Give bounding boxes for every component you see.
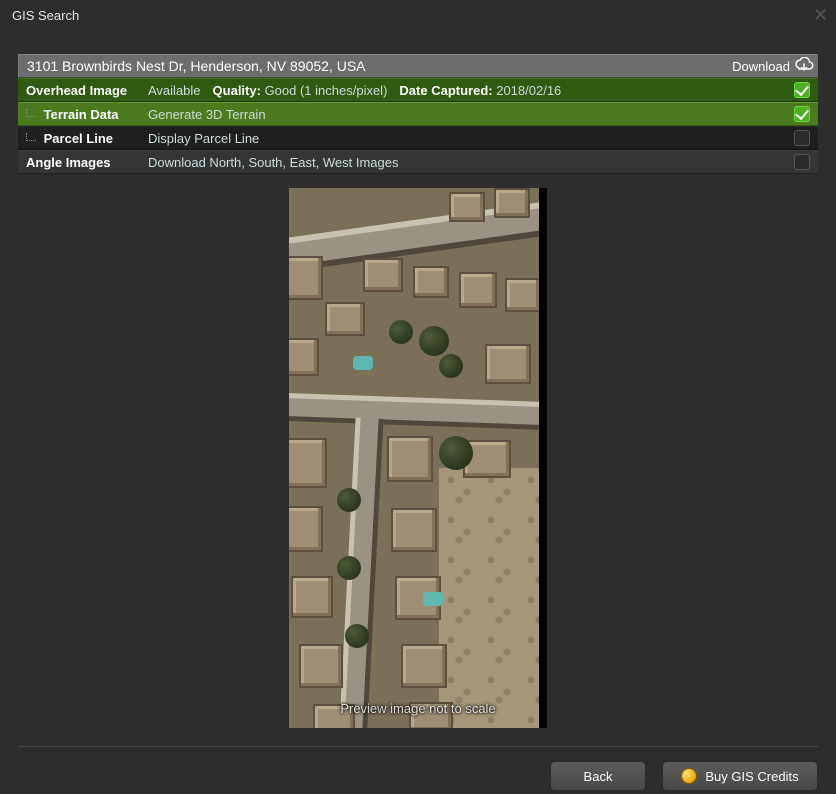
window-title: GIS Search xyxy=(12,8,79,23)
parcel-checkbox[interactable] xyxy=(794,130,810,146)
address-bar: 3101 Brownbirds Nest Dr, Henderson, NV 8… xyxy=(18,54,818,78)
parcel-line-action: Display Parcel Line xyxy=(148,131,794,146)
close-icon[interactable]: ✕ xyxy=(813,6,828,24)
address-text: 3101 Brownbirds Nest Dr, Henderson, NV 8… xyxy=(27,58,732,74)
coin-icon xyxy=(681,768,697,784)
tree-branch-icon xyxy=(26,109,36,117)
terrain-checkbox[interactable] xyxy=(794,106,810,122)
angle-images-action: Download North, South, East, West Images xyxy=(148,155,794,170)
overhead-quality-key: Quality: xyxy=(213,83,261,98)
terrain-data-row[interactable]: Terrain Data Generate 3D Terrain xyxy=(18,102,818,126)
terrain-data-action: Generate 3D Terrain xyxy=(148,107,794,122)
buy-gis-credits-button[interactable]: Buy GIS Credits xyxy=(662,761,818,791)
download-link[interactable]: Download xyxy=(732,59,790,74)
preview-image: Preview image not to scale xyxy=(289,188,547,728)
back-button[interactable]: Back xyxy=(550,761,646,791)
overhead-status: Available xyxy=(148,83,201,98)
terrain-data-label: Terrain Data xyxy=(26,107,148,122)
overhead-image-values: Available Quality: Good (1 inches/pixel)… xyxy=(148,83,794,98)
overhead-image-row[interactable]: Overhead Image Available Quality: Good (… xyxy=(18,78,818,102)
overhead-quality-val: Good (1 inches/pixel) xyxy=(265,83,388,98)
parcel-line-label: Parcel Line xyxy=(26,131,148,146)
tree-branch-icon xyxy=(26,133,36,141)
angle-images-label: Angle Images xyxy=(26,155,148,170)
angle-images-row[interactable]: Angle Images Download North, South, East… xyxy=(18,150,818,174)
preview-caption: Preview image not to scale xyxy=(289,701,547,716)
cloud-download-icon[interactable] xyxy=(794,57,814,75)
angle-checkbox[interactable] xyxy=(794,154,810,170)
overhead-image-label: Overhead Image xyxy=(26,83,148,98)
overhead-date-val: 2018/02/16 xyxy=(496,83,561,98)
overhead-checkbox[interactable] xyxy=(794,82,810,98)
parcel-line-row[interactable]: Parcel Line Display Parcel Line xyxy=(18,126,818,150)
overhead-date-key: Date Captured: xyxy=(399,83,492,98)
buy-gis-credits-label: Buy GIS Credits xyxy=(705,769,798,784)
